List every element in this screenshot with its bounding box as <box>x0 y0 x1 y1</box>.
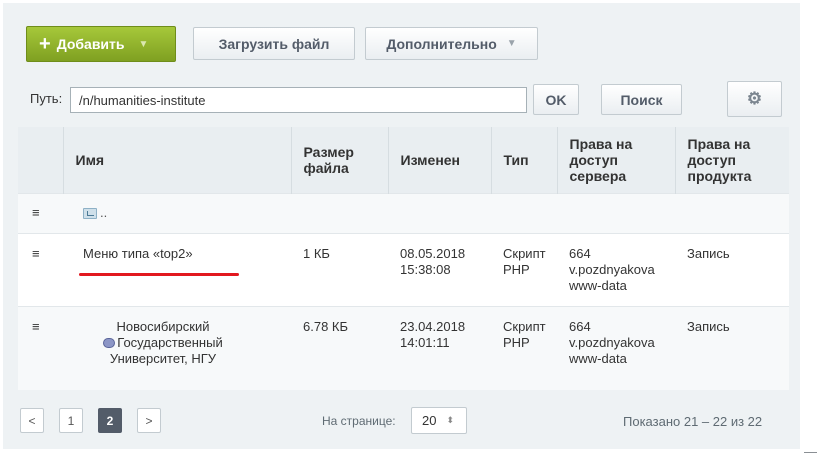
parent-folder-label: .. <box>100 204 108 220</box>
ok-button[interactable]: OK <box>533 84 579 115</box>
header-modified[interactable]: Изменен <box>388 127 492 193</box>
path-label: Путь: <box>30 91 63 106</box>
file-name-link[interactable]: Меню типа «top2» <box>83 246 193 261</box>
settings-button[interactable]: ⚙ <box>727 81 782 117</box>
file-name-cell[interactable]: Новосибирский Государственный Университе… <box>63 305 291 390</box>
page-1-button[interactable]: 1 <box>59 408 83 433</box>
table-header-row: Имя Размер файла Изменен Тип Права на до… <box>18 127 789 193</box>
file-manager-panel: + Добавить ▼ Загрузить файл Дополнительн… <box>3 3 800 449</box>
shown-range-text: Показано 21 – 22 из 22 <box>623 414 763 429</box>
header-size[interactable]: Размер файла <box>291 127 389 193</box>
per-page-select[interactable]: 20 ⬍ <box>411 407 467 434</box>
file-name-line[interactable]: Университет, НГУ <box>75 351 251 367</box>
drag-handle-icon[interactable]: ≡ <box>18 192 63 233</box>
server-rights-group: www-data <box>569 277 627 293</box>
page-2-button[interactable]: 2 <box>98 408 122 433</box>
server-rights-mode: 664 <box>569 245 591 261</box>
plus-icon: + <box>39 33 51 55</box>
file-modified: 23.04.2018 14:01:11 <box>388 305 491 390</box>
file-name-cell[interactable]: Меню типа «top2» <box>63 232 291 306</box>
file-type: Скрипт PHP <box>491 232 557 306</box>
next-page-button[interactable]: > <box>137 408 161 433</box>
server-rights-owner: v.pozdnyakova <box>569 334 655 350</box>
select-arrows-icon: ⬍ <box>446 415 455 425</box>
more-actions-label: Дополнительно <box>386 35 497 52</box>
per-page-value: 20 <box>422 413 437 428</box>
red-underline-annotation <box>79 272 239 276</box>
file-server-rights: 664 v.pozdnyakova www-data <box>557 305 675 390</box>
drag-handle-icon[interactable]: ≡ <box>18 305 63 390</box>
upload-file-button[interactable]: Загрузить файл <box>193 27 355 60</box>
php-file-icon <box>103 337 116 348</box>
header-product-rights[interactable]: Права на доступ продукта <box>675 127 789 193</box>
file-modified: 08.05.2018 15:38:08 <box>388 232 491 306</box>
file-size: 6.78 КБ <box>291 305 388 390</box>
table-row-parent-folder[interactable]: ≡ .. <box>18 192 789 233</box>
file-table: Имя Размер файла Изменен Тип Права на до… <box>18 127 789 390</box>
server-rights-group: www-data <box>569 350 627 366</box>
header-drag-column <box>18 127 64 193</box>
chevron-down-icon: ▼ <box>506 38 517 49</box>
divider <box>804 452 817 453</box>
file-size: 1 КБ <box>291 232 388 306</box>
header-name[interactable]: Имя <box>63 127 292 193</box>
table-row[interactable]: ≡ Меню типа «top2» 1 КБ 08.05.2018 15:38… <box>18 232 789 306</box>
server-rights-owner: v.pozdnyakova <box>569 261 655 277</box>
drag-handle-icon[interactable]: ≡ <box>18 232 63 306</box>
chevron-down-icon: ▼ <box>138 38 149 50</box>
gear-icon: ⚙ <box>746 89 763 108</box>
header-server-rights[interactable]: Права на доступ сервера <box>557 127 676 193</box>
path-input[interactable] <box>70 87 527 113</box>
file-name-line[interactable]: Новосибирский <box>75 319 251 335</box>
folder-up-icon <box>83 207 97 219</box>
prev-page-button[interactable]: < <box>20 408 44 433</box>
parent-folder-cell[interactable]: .. <box>63 192 789 233</box>
file-server-rights: 664 v.pozdnyakova www-data <box>557 232 675 306</box>
file-product-rights: Запись <box>675 232 789 306</box>
add-button[interactable]: + Добавить ▼ <box>26 26 176 62</box>
add-button-label: Добавить <box>56 36 125 52</box>
search-button[interactable]: Поиск <box>601 84 682 115</box>
file-name-line[interactable]: Государственный <box>117 335 222 350</box>
search-button-label: Поиск <box>620 91 663 108</box>
ok-button-label: OK <box>545 91 567 108</box>
per-page-label: На странице: <box>322 414 396 428</box>
server-rights-mode: 664 <box>569 318 591 334</box>
upload-file-label: Загрузить файл <box>218 35 330 52</box>
file-product-rights: Запись <box>675 305 789 390</box>
header-type[interactable]: Тип <box>491 127 558 193</box>
table-row[interactable]: ≡ Новосибирский Государственный Универси… <box>18 305 789 390</box>
file-type: Скрипт PHP <box>491 305 557 390</box>
more-actions-button[interactable]: Дополнительно ▼ <box>365 27 538 60</box>
